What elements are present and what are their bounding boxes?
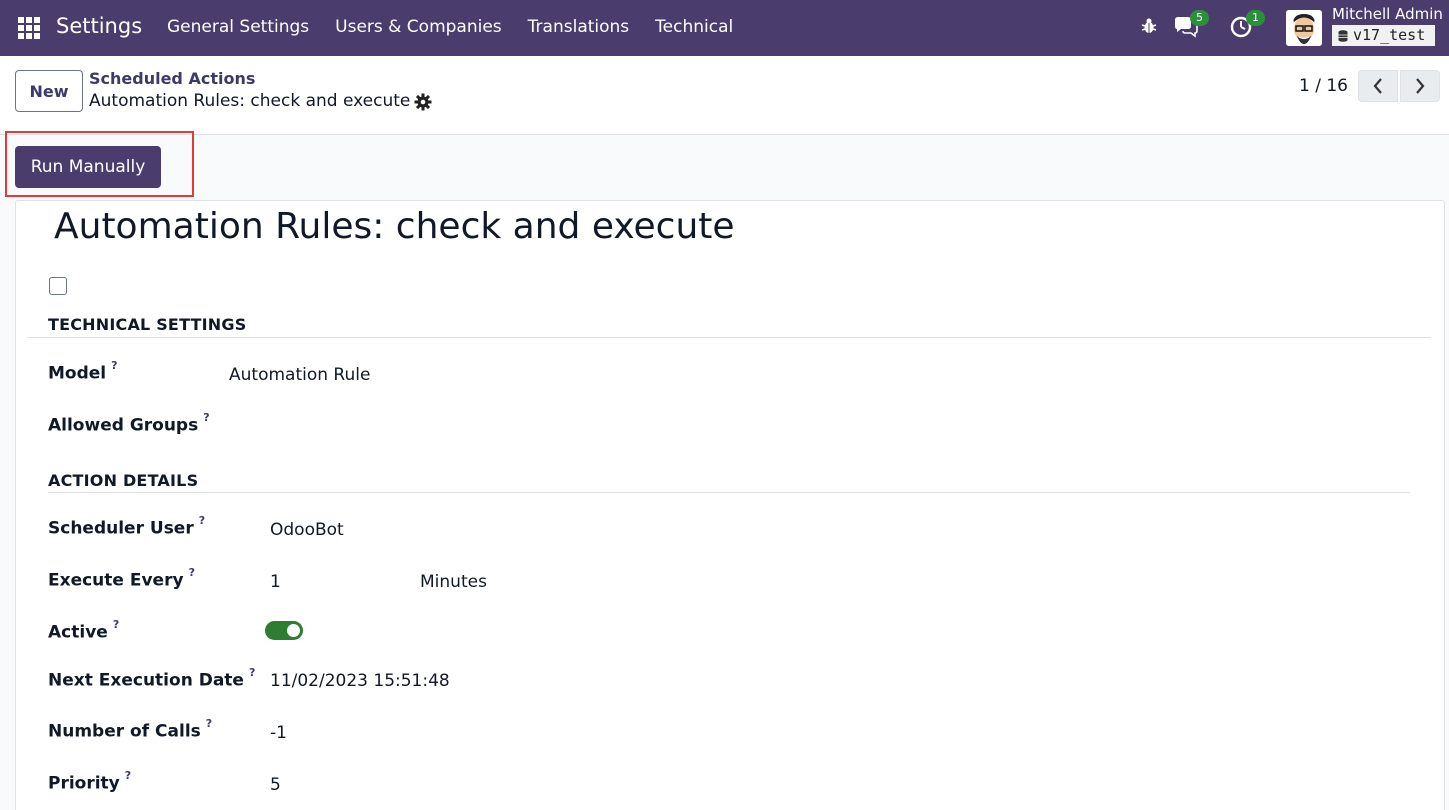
database-badge: v17_test (1332, 25, 1436, 46)
chat-count-badge: 5 (1190, 10, 1209, 26)
top-navbar: Settings General Settings Users & Compan… (0, 0, 1449, 56)
avatar[interactable] (1286, 10, 1322, 46)
clock-icon[interactable]: 1 (1229, 10, 1265, 39)
next-execution-date-value[interactable]: 11/02/2023 15:51:48 (270, 671, 450, 691)
chat-icon[interactable]: 5 (1173, 10, 1209, 39)
action-details-heading: ACTION DETAILS (48, 471, 199, 490)
menu-users-companies[interactable]: Users & Companies (335, 17, 502, 37)
pager-value[interactable]: 1 / 16 (1299, 76, 1348, 96)
section-divider (48, 492, 1410, 493)
database-icon (1338, 29, 1348, 42)
activity-count-badge: 1 (1246, 10, 1265, 26)
active-label: Active? (48, 618, 120, 643)
control-panel: New Scheduled Actions Automation Rules: … (0, 56, 1449, 135)
section-divider (27, 337, 1431, 338)
number-of-calls-label: Number of Calls? (48, 717, 213, 742)
model-label: Model? (48, 359, 118, 384)
apps-menu-icon[interactable] (18, 17, 40, 39)
menu-technical[interactable]: Technical (655, 17, 733, 37)
run-manually-button[interactable]: Run Manually (15, 146, 161, 188)
priority-value[interactable]: 5 (270, 775, 281, 795)
breadcrumb-current: Automation Rules: check and execute (89, 91, 411, 111)
help-icon[interactable]: ? (206, 717, 212, 730)
chevron-right-icon (1416, 78, 1425, 94)
help-icon[interactable]: ? (189, 566, 195, 579)
execute-every-label: Execute Every? (48, 566, 195, 591)
scheduler-user-value[interactable]: OdooBot (270, 520, 344, 540)
database-name: v17_test (1353, 26, 1426, 44)
pager-previous-button[interactable] (1358, 70, 1398, 102)
record-title[interactable]: Automation Rules: check and execute (54, 206, 735, 247)
help-icon[interactable]: ? (249, 666, 255, 679)
technical-settings-heading: TECHNICAL SETTINGS (48, 315, 247, 334)
priority-checkbox[interactable] (49, 277, 67, 295)
menu-general-settings[interactable]: General Settings (167, 17, 309, 37)
main-menu: General Settings Users & Companies Trans… (167, 17, 733, 37)
form-sheet (15, 200, 1445, 810)
help-icon[interactable]: ? (199, 514, 205, 527)
allowed-groups-label: Allowed Groups? (48, 411, 210, 436)
help-icon[interactable]: ? (111, 359, 117, 372)
scheduler-user-label: Scheduler User? (48, 514, 206, 539)
active-toggle[interactable] (265, 621, 303, 640)
help-icon[interactable]: ? (113, 618, 119, 631)
model-value[interactable]: Automation Rule (229, 365, 370, 385)
execute-every-value[interactable]: 1 (270, 572, 281, 592)
priority-label: Priority? (48, 769, 132, 794)
chevron-left-icon (1373, 78, 1382, 94)
app-title[interactable]: Settings (56, 14, 142, 38)
help-icon[interactable]: ? (125, 769, 131, 782)
new-button[interactable]: New (15, 70, 83, 112)
menu-translations[interactable]: Translations (528, 17, 630, 37)
breadcrumb-scheduled-actions[interactable]: Scheduled Actions (89, 69, 255, 88)
next-execution-date-label: Next Execution Date? (48, 666, 256, 691)
pager-next-button[interactable] (1400, 70, 1440, 102)
user-name[interactable]: Mitchell Admin (1332, 5, 1443, 23)
help-icon[interactable]: ? (203, 411, 209, 424)
bug-icon[interactable] (1139, 16, 1159, 36)
execute-every-unit[interactable]: Minutes (420, 572, 487, 592)
number-of-calls-value[interactable]: -1 (270, 723, 287, 743)
gear-icon[interactable] (414, 93, 432, 111)
